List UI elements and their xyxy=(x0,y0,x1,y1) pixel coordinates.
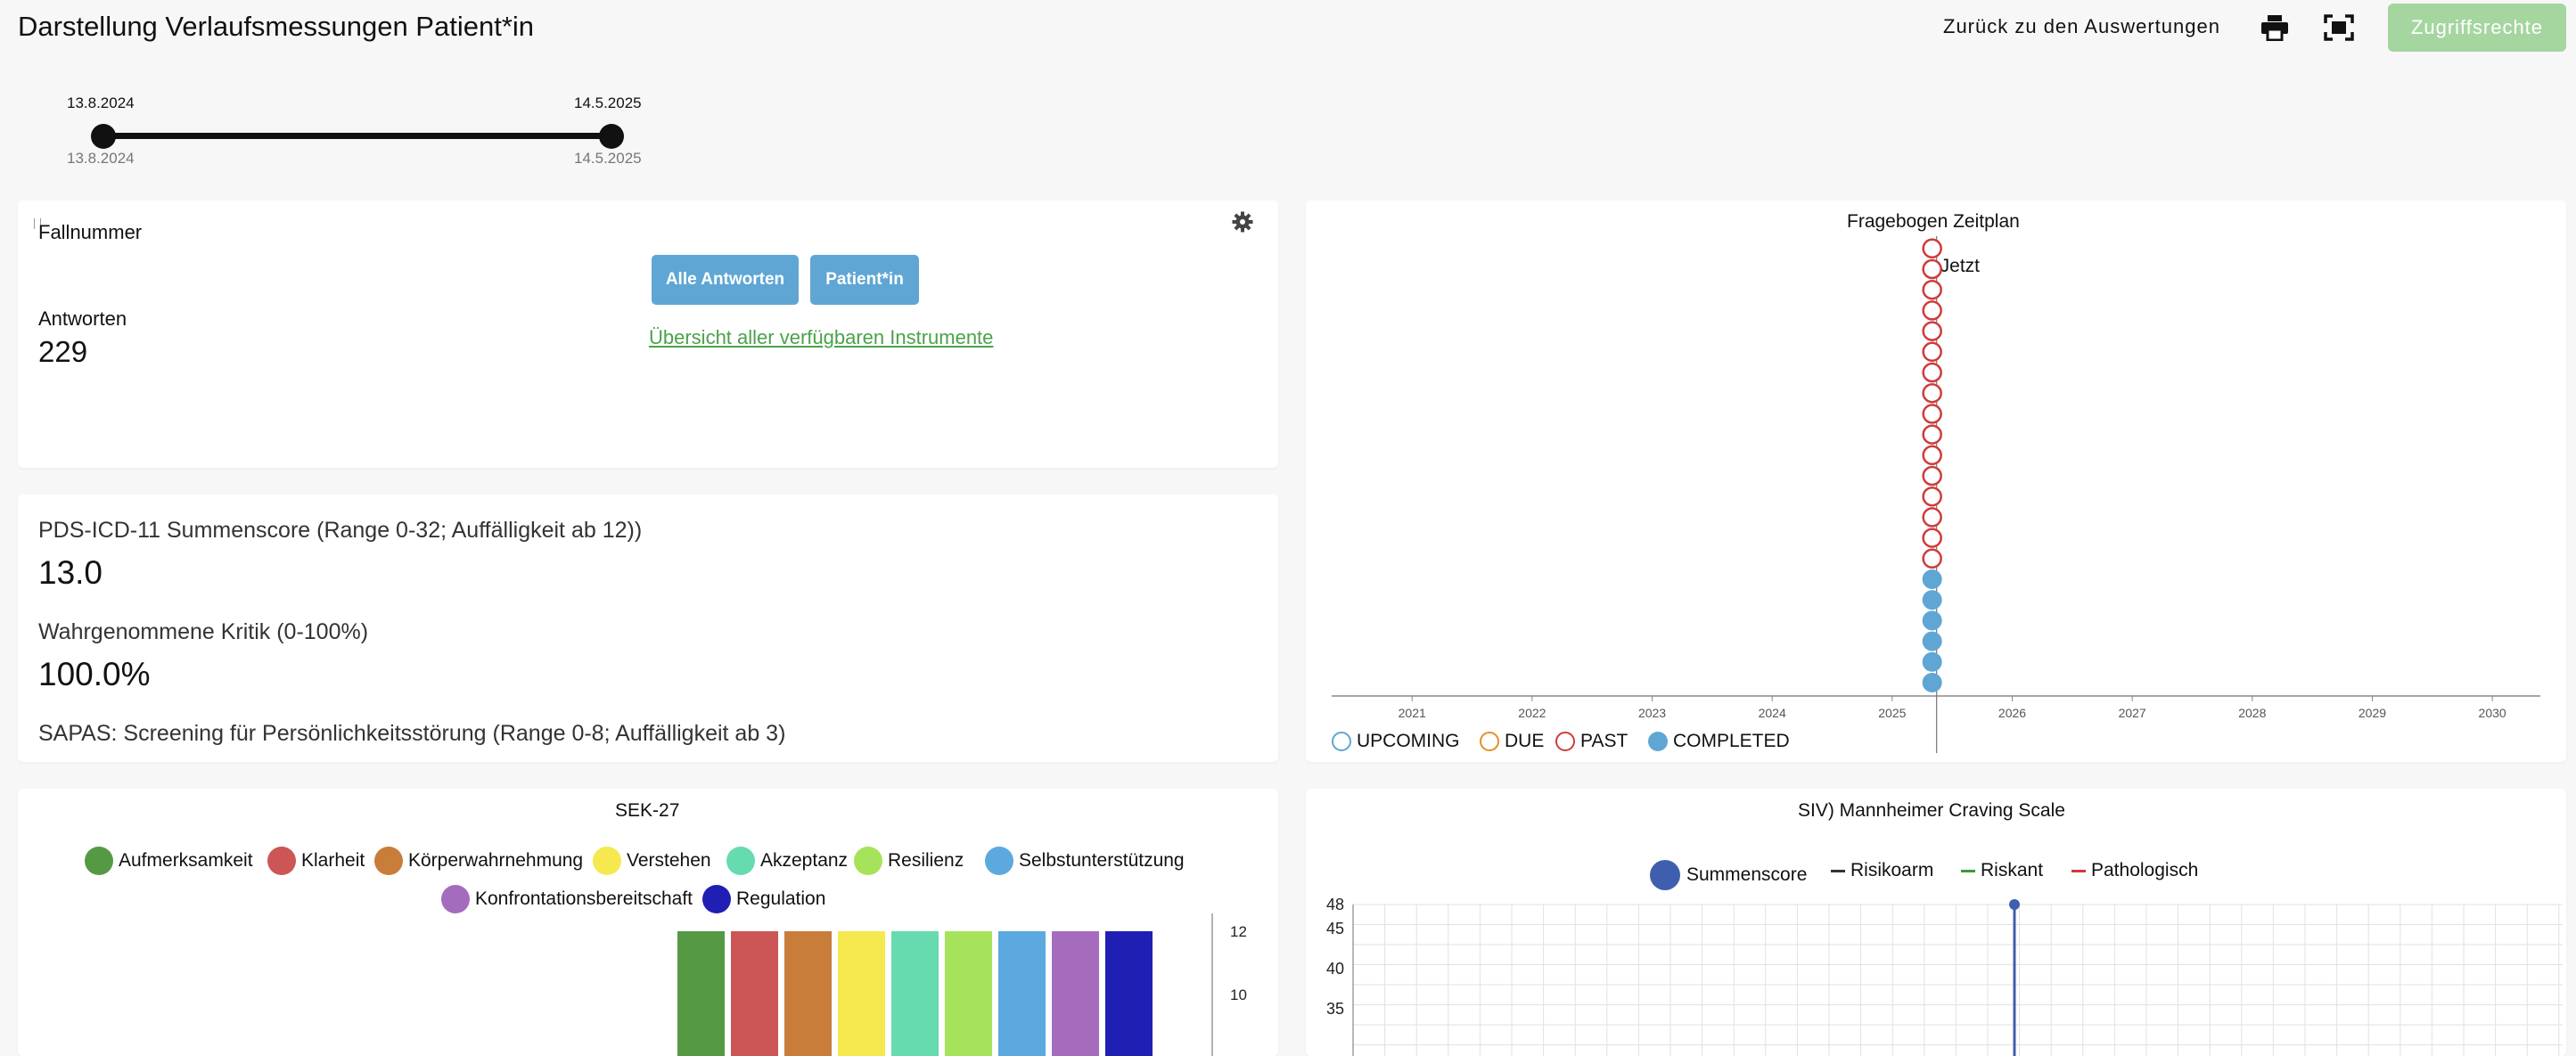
sek27-chart: 10 12 xyxy=(677,913,1247,1056)
schedule-past-legend-marker xyxy=(1555,732,1575,751)
past-point[interactable] xyxy=(1922,424,1942,445)
back-to-evaluations-link[interactable]: Zurück zu den Auswertungen xyxy=(1943,15,2220,38)
sek27-bar-resilienz[interactable] xyxy=(945,931,992,1056)
schedule-chart: 2021 2022 2023 2024 2025 2026 2027 2028 2029 2030… xyxy=(1332,236,2540,753)
case-panel: Fallnummer Antworten 229 xyxy=(18,201,1278,468)
schedule-x-tick-label: 2029 xyxy=(2359,706,2386,720)
completed-point[interactable] xyxy=(1922,610,1942,631)
sek27-bar-aufmerksamkeit[interactable] xyxy=(677,931,725,1056)
craving-y-tick-label: 35 xyxy=(1326,1000,1344,1018)
craving-panel: SIV) Mannheimer Craving Scale Summenscor… xyxy=(1306,789,2566,1056)
schedule-x-tick-label: 2025 xyxy=(1878,706,1906,720)
range-end-label: 14.5.2025 xyxy=(574,94,642,111)
schedule-x-tick-label: 2030 xyxy=(2479,706,2506,720)
case-number-label: Fallnummer xyxy=(38,221,143,243)
schedule-x-tick-label: 2023 xyxy=(1638,706,1666,720)
past-point[interactable] xyxy=(1922,507,1942,528)
date-range-track xyxy=(103,133,611,139)
schedule-past-legend-item[interactable]: PAST xyxy=(1555,731,1628,752)
sek27-y-tick-label: 12 xyxy=(1230,923,1247,940)
completed-point[interactable] xyxy=(1922,590,1942,610)
past-point[interactable] xyxy=(1922,445,1942,466)
schedule-upcoming-legend-marker xyxy=(1332,732,1351,751)
sek27-bar-körperwahrnehmung[interactable] xyxy=(784,931,832,1056)
sek27-bar-klarheit[interactable] xyxy=(731,931,778,1056)
gear-icon[interactable] xyxy=(1232,211,1253,233)
range-start-min-label: 13.8.2024 xyxy=(67,150,135,167)
pds-score-value: 13.0 xyxy=(38,554,103,591)
range-start-handle[interactable] xyxy=(91,124,116,149)
past-point[interactable] xyxy=(1922,258,1942,280)
sek27-y-tick-label: 10 xyxy=(1230,986,1247,1003)
all-answers-button[interactable]: Alle Antworten xyxy=(652,255,799,305)
past-point[interactable] xyxy=(1922,300,1942,321)
schedule-due-legend-marker xyxy=(1480,732,1499,751)
schedule-completed-legend-label: COMPLETED xyxy=(1673,731,1790,751)
range-end-max-label: 14.5.2025 xyxy=(574,150,642,167)
past-point[interactable] xyxy=(1922,362,1942,383)
sek27-bar-verstehen[interactable] xyxy=(838,931,885,1056)
schedule-completed-legend-marker xyxy=(1648,732,1668,751)
sapas-score-title: SAPAS: Screening für Persönlichkeitsstör… xyxy=(38,721,786,746)
past-point[interactable] xyxy=(1922,382,1942,404)
schedule-due-legend-item[interactable]: DUE xyxy=(1480,731,1544,752)
schedule-due-legend-label: DUE xyxy=(1505,731,1545,751)
schedule-upcoming-legend-item[interactable]: UPCOMING xyxy=(1332,731,1460,752)
access-rights-button[interactable]: Zugriffsrechte xyxy=(2388,4,2566,52)
schedule-upcoming-legend-label: UPCOMING xyxy=(1357,731,1460,751)
criticism-score-value: 100.0% xyxy=(38,656,151,692)
range-end-handle[interactable] xyxy=(599,124,624,149)
completed-point[interactable] xyxy=(1922,673,1942,692)
fullscreen-icon[interactable] xyxy=(2324,14,2354,41)
sek27-bar-konfrontationsbereitschaft[interactable] xyxy=(1052,931,1099,1056)
past-point[interactable] xyxy=(1922,528,1942,548)
schedule-panel: Fragebogen Zeitplan 2021 2022 2023 2024 2025… xyxy=(1306,201,2566,762)
sek27-panel: SEK-27 Aufmerksamkeit Klarheit Körperwahrn… xyxy=(18,789,1278,1056)
past-point[interactable] xyxy=(1922,279,1942,300)
printer-icon[interactable] xyxy=(2260,14,2290,42)
page-title: Darstellung Verlaufsmessungen Patient*in xyxy=(18,11,535,42)
now-label: Jetzt xyxy=(1940,256,1981,276)
sek27-bar-akzeptanz[interactable] xyxy=(891,931,939,1056)
schedule-x-tick-label: 2028 xyxy=(2238,706,2266,720)
past-point[interactable] xyxy=(1922,548,1942,569)
answers-count: 229 xyxy=(38,335,88,368)
answers-label: Antworten xyxy=(38,307,127,330)
craving-y-tick-label: 45 xyxy=(1326,920,1344,937)
sek27-bar-regulation[interactable] xyxy=(1105,931,1153,1056)
past-point[interactable] xyxy=(1922,404,1942,424)
range-start-label: 13.8.2024 xyxy=(67,94,135,111)
completed-point[interactable] xyxy=(1922,651,1942,672)
completed-point[interactable] xyxy=(1922,569,1942,589)
pds-score-title: PDS-ICD-11 Summenscore (Range 0-32; Auff… xyxy=(38,518,643,543)
past-point[interactable] xyxy=(1922,486,1942,507)
past-point[interactable] xyxy=(1922,238,1942,259)
criticism-score-title: Wahrgenommene Kritik (0-100%) xyxy=(38,619,369,644)
patient-button[interactable]: Patient*in xyxy=(810,255,919,305)
schedule-x-tick-label: 2021 xyxy=(1399,706,1426,720)
schedule-x-tick-label: 2024 xyxy=(1759,706,1786,720)
past-point[interactable] xyxy=(1922,465,1942,487)
craving-y-tick-label: 40 xyxy=(1326,960,1344,978)
schedule-x-tick-label: 2026 xyxy=(1998,706,2026,720)
instruments-overview-link[interactable]: Übersicht aller verfügbaren Instrumente xyxy=(649,326,993,349)
completed-point[interactable] xyxy=(1922,631,1942,651)
schedule-completed-legend-item[interactable]: COMPLETED xyxy=(1648,731,1790,752)
sek27-bar-selbstunterstützung[interactable] xyxy=(998,931,1046,1056)
past-point[interactable] xyxy=(1922,321,1942,341)
craving-chart: 35 40 45 48 xyxy=(1326,896,2563,1056)
schedule-past-legend-label: PAST xyxy=(1580,731,1628,751)
past-point[interactable] xyxy=(1922,341,1942,363)
schedule-x-tick-label: 2027 xyxy=(2119,706,2146,720)
craving-summenscore-point[interactable] xyxy=(2009,899,2020,910)
scores-panel: PDS-ICD-11 Summenscore (Range 0-32; Auff… xyxy=(18,495,1278,762)
schedule-x-tick-label: 2022 xyxy=(1518,706,1546,720)
craving-y-tick-label: 48 xyxy=(1326,896,1344,913)
